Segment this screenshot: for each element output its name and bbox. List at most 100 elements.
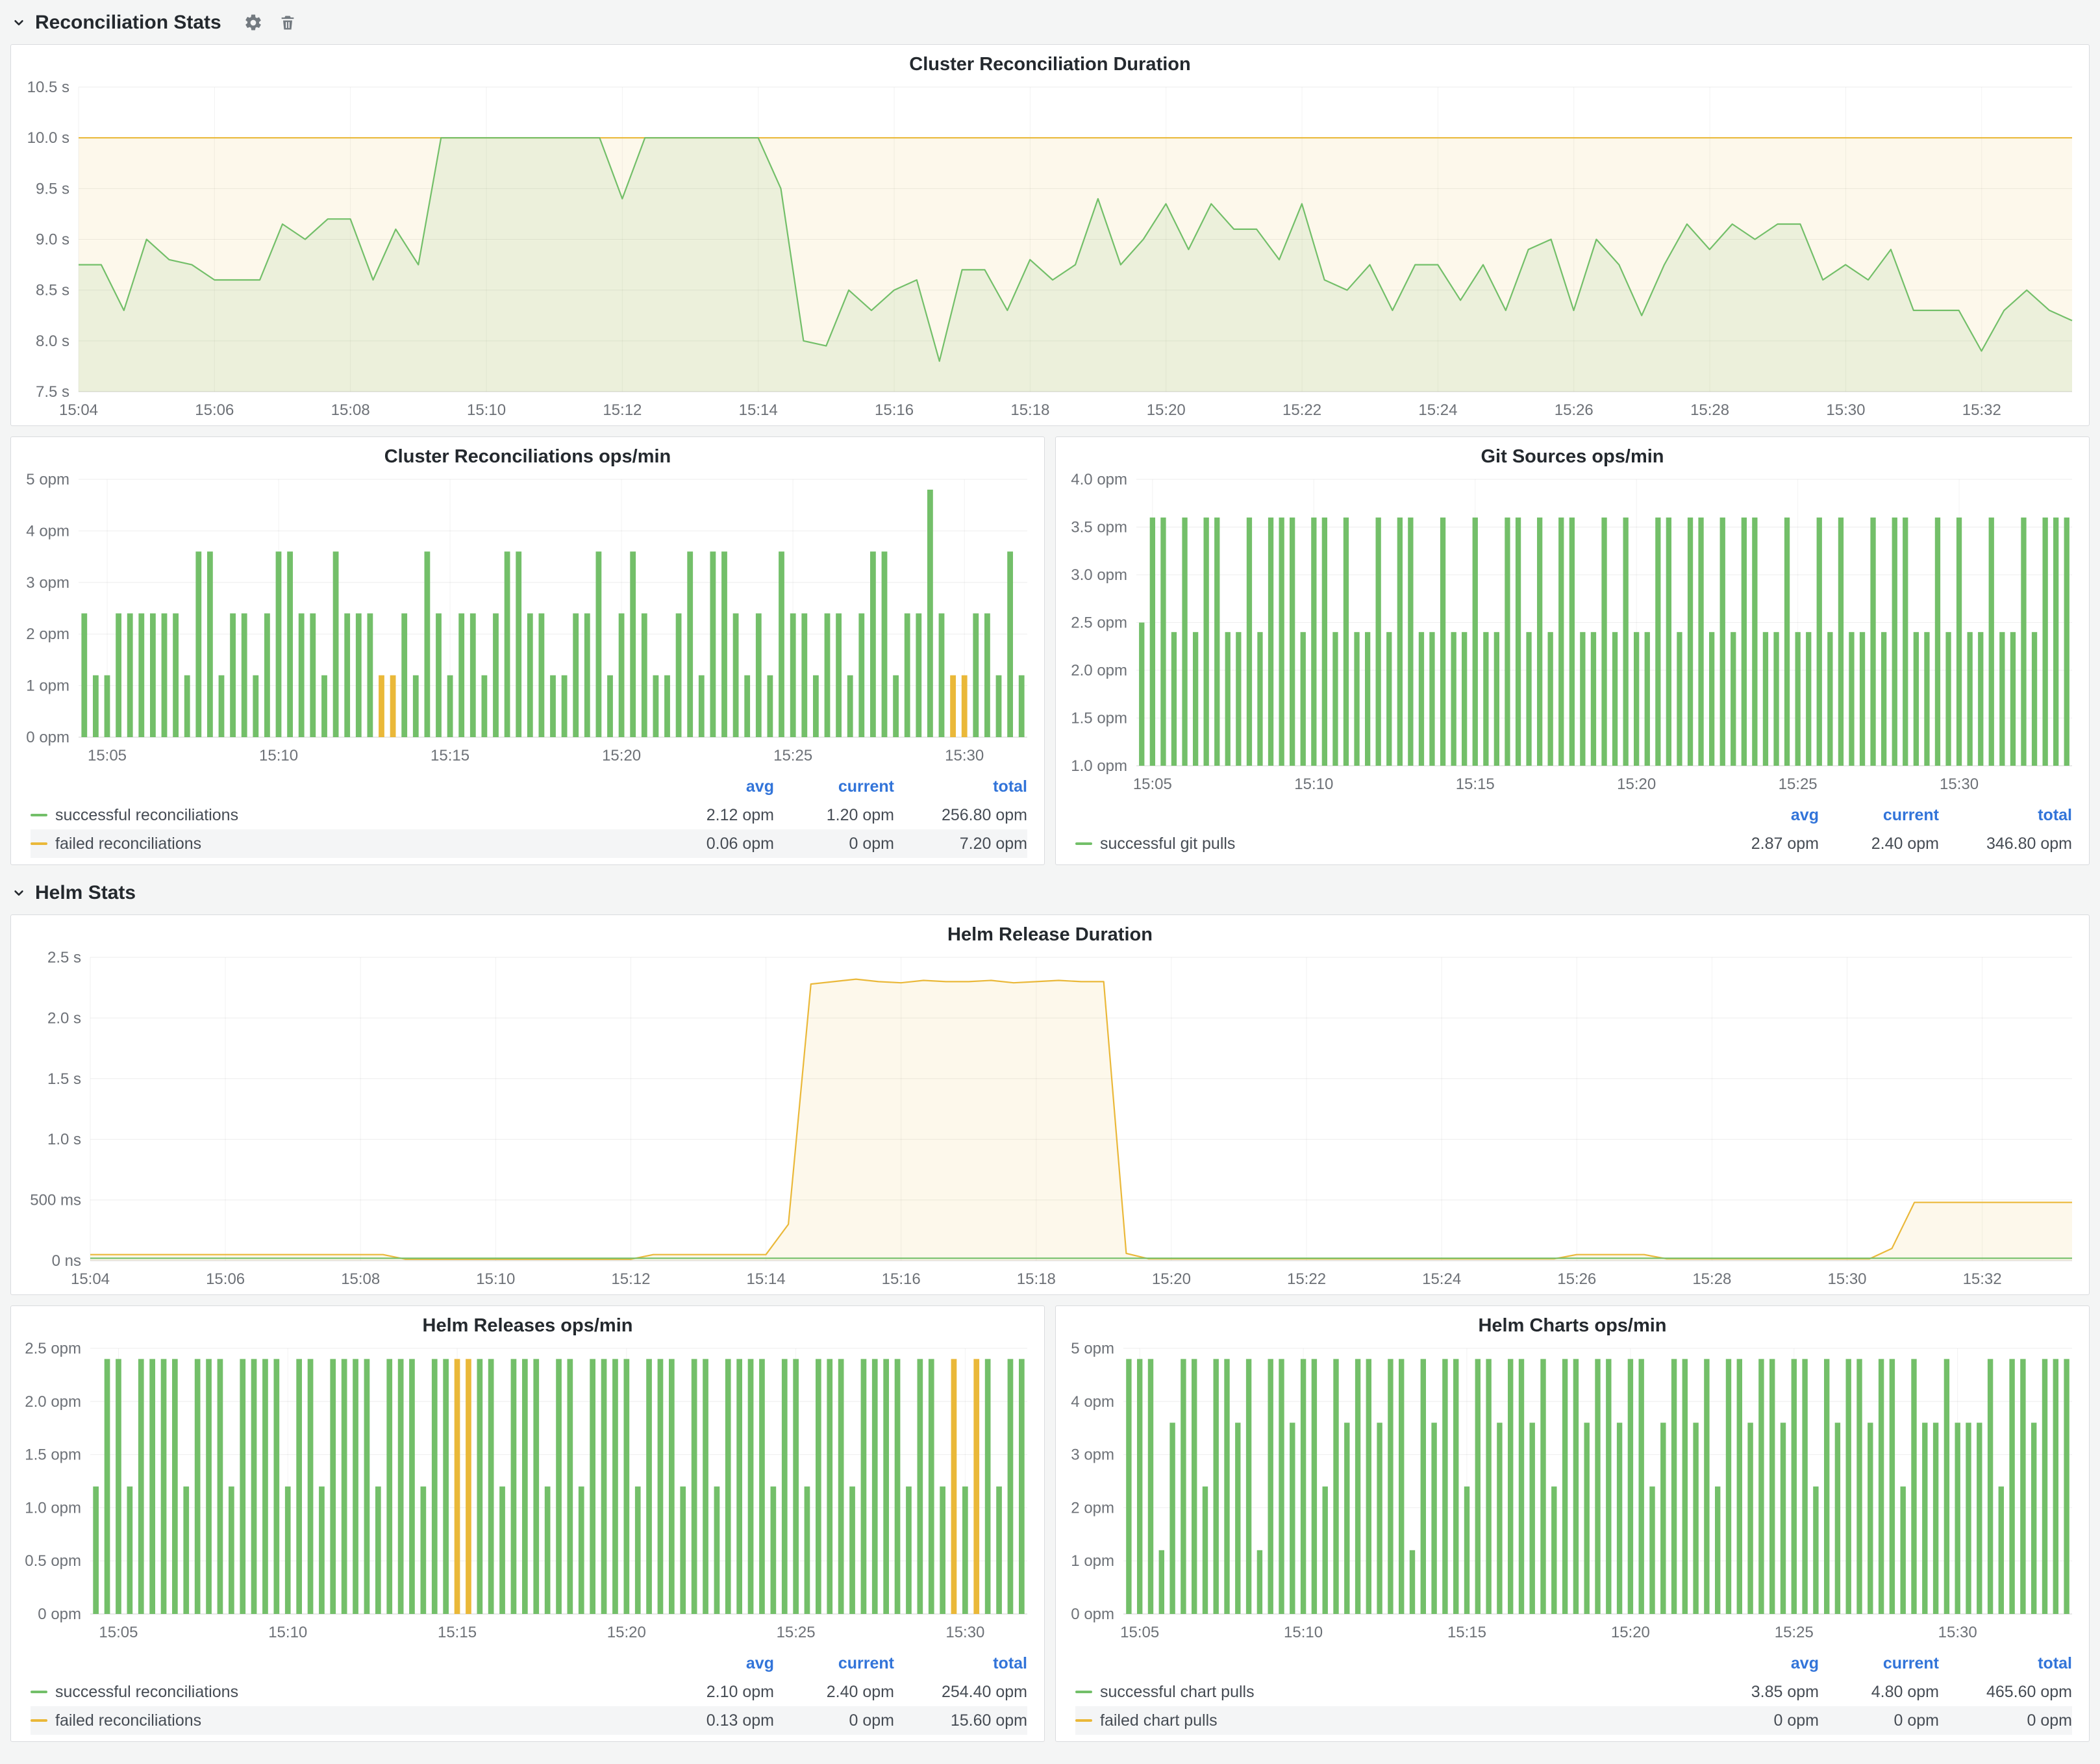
svg-text:3.5 opm: 3.5 opm — [1071, 519, 1127, 536]
svg-text:15:12: 15:12 — [611, 1270, 650, 1288]
chart-plot[interactable]: 0 opm1 opm2 opm3 opm4 opm5 opm15:0515:10… — [1056, 1338, 2089, 1648]
legend-col[interactable]: avg — [1699, 1654, 1819, 1673]
svg-text:15:05: 15:05 — [1120, 1624, 1159, 1641]
svg-text:5 opm: 5 opm — [1071, 1340, 1114, 1357]
trash-icon[interactable] — [279, 14, 297, 32]
svg-text:15:10: 15:10 — [259, 747, 298, 764]
legend-value: 256.80 opm — [894, 806, 1027, 825]
panel-title[interactable]: Cluster Reconciliation Duration — [11, 45, 2089, 77]
svg-text:1 opm: 1 opm — [26, 677, 69, 695]
panel-title[interactable]: Git Sources ops/min — [1056, 437, 2089, 469]
section-helm-stats: Helm Stats — [10, 879, 2090, 907]
panel-cluster-reconciliations-opm: Cluster Reconciliations ops/min 0 opm 1 o… — [10, 436, 1045, 865]
svg-text:15:30: 15:30 — [1938, 1624, 1977, 1641]
panel-title[interactable]: Cluster Reconciliations ops/min — [11, 437, 1044, 469]
legend-row: successful chart pulls3.85 opm4.80 opm46… — [1075, 1678, 2072, 1706]
svg-text:4 opm: 4 opm — [1071, 1393, 1114, 1411]
legend-col[interactable]: total — [1939, 806, 2072, 825]
chart-plot[interactable]: 0 ns500 ms1.0 s1.5 s2.0 s2.5 s15:0415:06… — [11, 947, 2089, 1294]
cluster-duration-chart[interactable]: 7.5 s8.0 s8.5 s9.0 s9.5 s10.0 s10.5 s15:… — [11, 77, 2089, 425]
chart-plot[interactable]: 7.5 s8.0 s8.5 s9.0 s9.5 s10.0 s10.5 s15:… — [11, 77, 2089, 425]
svg-text:15:30: 15:30 — [945, 747, 984, 764]
legend-value: 0 opm — [1939, 1711, 2072, 1730]
svg-text:10.0 s: 10.0 s — [27, 129, 69, 147]
chart-plot[interactable]: 0 opm1 opm2 opm3 opm4 opm5 opm15:0515:10… — [11, 469, 1044, 771]
legend-col[interactable]: total — [894, 777, 1027, 796]
legend-col[interactable]: avg — [654, 1654, 774, 1673]
svg-text:15:28: 15:28 — [1692, 1270, 1731, 1288]
helm-charts-legend: avgcurrenttotal successful chart pulls3.8… — [1056, 1648, 2089, 1741]
svg-text:15:20: 15:20 — [602, 747, 641, 764]
svg-text:2.0 opm: 2.0 opm — [25, 1393, 81, 1411]
svg-text:15:30: 15:30 — [1940, 775, 1979, 793]
legend-col[interactable]: avg — [654, 777, 774, 796]
section-title[interactable]: Helm Stats — [35, 882, 136, 904]
svg-text:1.5 s: 1.5 s — [47, 1070, 81, 1088]
legend-series-name[interactable]: successful git pulls — [1075, 835, 1699, 853]
legend-row: successful git pulls2.87 opm2.40 opm346.… — [1075, 829, 2072, 858]
chart-plot[interactable]: 0 opm0.5 opm1.0 opm1.5 opm2.0 opm2.5 opm… — [11, 1338, 1044, 1648]
svg-text:0 ns: 0 ns — [52, 1252, 81, 1270]
legend-col[interactable]: avg — [1699, 806, 1819, 825]
svg-text:15:16: 15:16 — [875, 401, 914, 419]
panel-title[interactable]: Helm Releases ops/min — [11, 1306, 1044, 1338]
row-reconciliation-ops: Cluster Reconciliations ops/min 0 opm 1 o… — [10, 436, 2090, 876]
legend-series-name[interactable]: successful chart pulls — [1075, 1683, 1699, 1702]
series-color-mark — [1075, 1691, 1092, 1693]
legend-col[interactable]: total — [894, 1654, 1027, 1673]
legend-col[interactable]: current — [1819, 1654, 1939, 1673]
legend-col[interactable]: current — [1819, 806, 1939, 825]
svg-text:15:06: 15:06 — [206, 1270, 245, 1288]
svg-text:15:15: 15:15 — [1447, 1624, 1486, 1641]
helm-releases-chart[interactable]: 0 opm0.5 opm1.0 opm1.5 opm2.0 opm2.5 opm… — [11, 1338, 1044, 1648]
legend-col[interactable]: current — [774, 777, 894, 796]
chart-plot[interactable]: 1.0 opm1.5 opm2.0 opm2.5 opm3.0 opm3.5 o… — [1056, 469, 2089, 800]
svg-text:15:08: 15:08 — [331, 401, 370, 419]
section-title[interactable]: Reconciliation Stats — [35, 12, 221, 34]
chevron-down-icon[interactable] — [10, 13, 30, 32]
legend-col[interactable]: current — [774, 1654, 894, 1673]
chevron-down-icon[interactable] — [10, 883, 30, 903]
svg-text:9.0 s: 9.0 s — [36, 231, 69, 249]
legend-series-name[interactable]: failed chart pulls — [1075, 1711, 1699, 1730]
git-sources-chart[interactable]: 1.0 opm1.5 opm2.0 opm2.5 opm3.0 opm3.5 o… — [1056, 469, 2089, 800]
legend-value: 465.60 opm — [1939, 1683, 2072, 1702]
helm-duration-chart[interactable]: 0 ns500 ms1.0 s1.5 s2.0 s2.5 s15:0415:06… — [11, 947, 2089, 1294]
panel-title[interactable]: Helm Charts ops/min — [1056, 1306, 2089, 1338]
legend-series-name[interactable]: failed reconciliations — [31, 1711, 654, 1730]
svg-text:15:15: 15:15 — [438, 1624, 477, 1641]
svg-text:15:32: 15:32 — [1963, 1270, 2002, 1288]
helm-releases-legend: avgcurrenttotal successful reconciliation… — [11, 1648, 1044, 1741]
svg-text:1 opm: 1 opm — [1071, 1552, 1114, 1570]
svg-text:15:20: 15:20 — [1611, 1624, 1650, 1641]
legend-row: failed reconciliations0.06 opm0 opm7.20 … — [31, 829, 1027, 858]
legend-series-name[interactable]: successful reconciliations — [31, 1683, 654, 1702]
gear-icon[interactable] — [244, 13, 263, 32]
svg-text:15:25: 15:25 — [1779, 775, 1818, 793]
svg-text:15:25: 15:25 — [773, 747, 812, 764]
svg-text:15:05: 15:05 — [1133, 775, 1172, 793]
svg-text:15:20: 15:20 — [1617, 775, 1656, 793]
legend-value: 7.20 opm — [894, 835, 1027, 853]
legend-row: failed chart pulls0 opm0 opm0 opm — [1075, 1706, 2072, 1735]
svg-text:2.0 opm: 2.0 opm — [1071, 662, 1127, 679]
svg-text:15:30: 15:30 — [1827, 1270, 1866, 1288]
legend-value: 346.80 opm — [1939, 835, 2072, 853]
git-sources-legend: avgcurrenttotal successful git pulls2.87 … — [1056, 800, 2089, 864]
svg-text:0 opm: 0 opm — [26, 729, 69, 746]
panel-helm-releases-opm: Helm Releases ops/min 0 opm0.5 opm1.0 op… — [10, 1305, 1045, 1742]
legend-value: 0 opm — [774, 1711, 894, 1730]
svg-text:15:28: 15:28 — [1690, 401, 1729, 419]
legend-col[interactable]: total — [1939, 1654, 2072, 1673]
legend-series-name[interactable]: successful reconciliations — [31, 806, 654, 825]
panel-helm-release-duration: Helm Release Duration 0 ns500 ms1.0 s1.5… — [10, 914, 2090, 1295]
section-reconciliation-stats: Reconciliation Stats — [10, 9, 2090, 36]
series-color-mark — [1075, 1719, 1092, 1722]
cluster-reconciliations-chart[interactable]: 0 opm1 opm2 opm3 opm4 opm5 opm15:0515:10… — [11, 469, 1044, 771]
svg-text:15:30: 15:30 — [945, 1624, 984, 1641]
legend-series-name[interactable]: failed reconciliations — [31, 835, 654, 853]
panel-title[interactable]: Helm Release Duration — [11, 915, 2089, 947]
svg-text:15:08: 15:08 — [341, 1270, 380, 1288]
helm-charts-chart[interactable]: 0 opm1 opm2 opm3 opm4 opm5 opm15:0515:10… — [1056, 1338, 2089, 1648]
svg-text:0.5 opm: 0.5 opm — [25, 1552, 81, 1570]
